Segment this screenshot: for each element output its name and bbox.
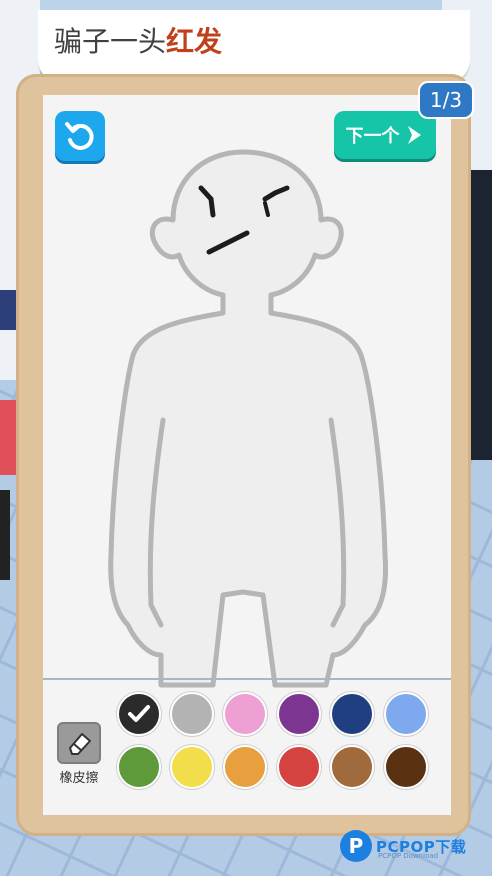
eraser-icon xyxy=(69,733,91,755)
color-swatch-purple[interactable] xyxy=(277,692,321,736)
color-swatch-light-blue[interactable] xyxy=(384,692,428,736)
color-swatch-orange[interactable] xyxy=(223,745,267,789)
dark-object xyxy=(0,490,10,580)
color-swatch-green[interactable] xyxy=(117,745,161,789)
color-swatch-red[interactable] xyxy=(277,745,321,789)
color-swatch-navy[interactable] xyxy=(330,692,374,736)
color-swatch-black[interactable] xyxy=(117,692,161,736)
color-swatch-yellow[interactable] xyxy=(170,745,214,789)
palette-divider xyxy=(43,678,451,680)
reset-icon xyxy=(65,122,94,150)
page-counter: 1/3 xyxy=(418,81,474,119)
color-swatch-brown[interactable] xyxy=(330,745,374,789)
eraser-label: 橡皮擦 xyxy=(59,771,99,786)
checkmark-icon xyxy=(128,705,150,722)
watermark-subtext: PCPOP Download xyxy=(378,852,439,860)
dark-doorway xyxy=(470,170,492,460)
watermark-logo: P xyxy=(340,830,372,862)
next-button-label: 下一个 xyxy=(345,126,400,147)
prompt-bubble: 骗子一头红发 xyxy=(38,10,470,82)
prompt-text: 骗子一头红发 xyxy=(54,20,222,60)
chevron-right-icon xyxy=(407,126,421,144)
color-swatch-gray[interactable] xyxy=(170,692,214,736)
color-swatch-dark-brown[interactable] xyxy=(384,745,428,789)
reset-button[interactable] xyxy=(55,111,105,161)
color-swatch-pink[interactable] xyxy=(223,692,267,736)
next-button[interactable]: 下一个 xyxy=(334,111,436,159)
eraser-button[interactable] xyxy=(57,722,101,764)
watermark: P PCPOP下载 PCPOP Download xyxy=(340,830,466,862)
prompt-highlight: 红发 xyxy=(166,25,223,58)
prompt-prefix: 骗子一头 xyxy=(54,25,167,58)
